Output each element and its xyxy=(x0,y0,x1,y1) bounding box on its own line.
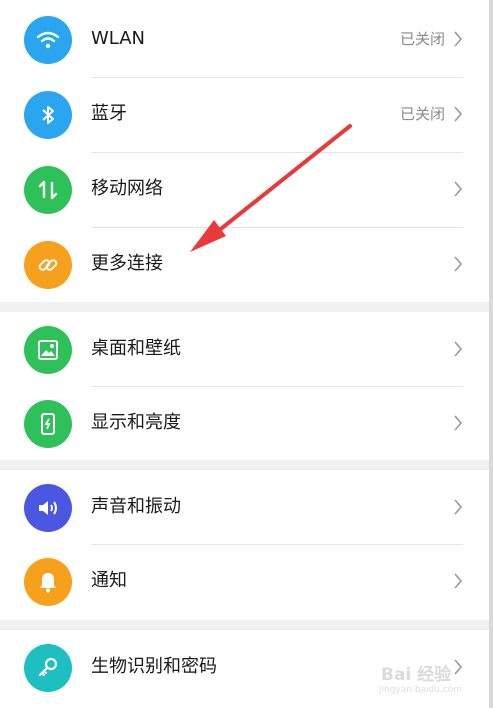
sound-vibration-row[interactable]: 声音和振动 xyxy=(0,470,493,544)
chevron-right-icon xyxy=(454,181,463,197)
wifi-icon xyxy=(24,16,72,64)
desktop-wallpaper-row[interactable]: 桌面和壁纸 xyxy=(0,312,493,386)
notification-row[interactable]: 通知 xyxy=(0,544,493,618)
wlan-status: 已关闭 xyxy=(399,30,445,48)
bluetooth-status: 已关闭 xyxy=(399,105,445,123)
bell-icon xyxy=(24,558,72,606)
chevron-right-icon xyxy=(454,415,463,431)
chevron-right-icon xyxy=(454,31,463,47)
display-brightness-row[interactable]: 显示和亮度 xyxy=(0,386,493,460)
sound-vibration-label: 声音和振动 xyxy=(91,496,181,517)
wlan-label: WLAN xyxy=(91,28,146,49)
bluetooth-icon xyxy=(24,91,72,139)
mobile-network-label: 移动网络 xyxy=(91,178,163,199)
link-icon xyxy=(24,241,72,289)
wlan-row[interactable]: WLAN 已关闭 xyxy=(0,2,493,76)
chevron-right-icon xyxy=(454,341,463,357)
biometrics-password-label: 生物识别和密码 xyxy=(91,656,217,677)
more-connections-label: 更多连接 xyxy=(91,253,163,274)
chevron-right-icon xyxy=(454,499,463,515)
key-icon xyxy=(24,644,72,692)
wallpaper-icon xyxy=(24,326,72,374)
scrollbar-edge xyxy=(489,0,493,708)
desktop-wallpaper-label: 桌面和壁纸 xyxy=(91,338,181,359)
chevron-right-icon xyxy=(454,106,463,122)
mobile-network-row[interactable]: 移动网络 xyxy=(0,152,493,226)
sound-group: 声音和振动 通知 xyxy=(0,470,493,620)
more-connections-row[interactable]: 更多连接 xyxy=(0,227,493,301)
phone-brightness-icon xyxy=(24,400,72,448)
notification-label: 通知 xyxy=(91,570,127,591)
chevron-right-icon xyxy=(454,256,463,272)
display-brightness-label: 显示和亮度 xyxy=(91,412,181,433)
chevron-right-icon xyxy=(454,573,463,589)
connectivity-group: WLAN 已关闭 蓝牙 已关闭 移动网络 更多连接 xyxy=(0,0,493,302)
speaker-icon xyxy=(24,484,72,532)
display-group: 桌面和壁纸 显示和亮度 xyxy=(0,312,493,460)
bluetooth-row[interactable]: 蓝牙 已关闭 xyxy=(0,77,493,151)
mobile-data-icon xyxy=(24,166,72,214)
baidu-watermark: Bai 经验 jingyan.baidu.com xyxy=(375,658,485,700)
bluetooth-label: 蓝牙 xyxy=(91,103,127,124)
watermark-text: Bai 经验 xyxy=(381,665,452,685)
watermark-sub: jingyan.baidu.com xyxy=(379,685,463,695)
